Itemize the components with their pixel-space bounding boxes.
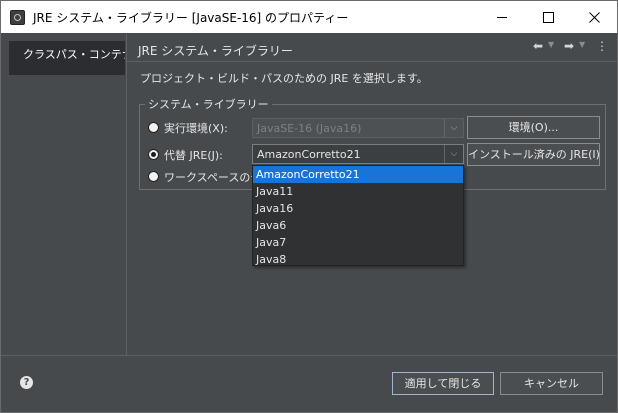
footer-separator (1, 355, 617, 356)
title-separator (127, 61, 617, 62)
eclipse-icon (10, 10, 25, 25)
properties-dialog: JRE システム・ライブラリー [JavaSE-16] のプロパティー クラスパ… (0, 0, 618, 413)
dropdown-option[interactable]: Java6 (253, 217, 463, 234)
jre-dropdown-list: AmazonCorretto21 Java11 Java16 Java6 Jav… (252, 165, 464, 266)
chevron-down-icon: ⌵ (444, 119, 463, 137)
cancel-button[interactable]: キャンセル (500, 372, 603, 395)
dropdown-option[interactable]: Java16 (253, 200, 463, 217)
alternate-jre-radio[interactable] (148, 149, 159, 160)
execution-env-radio[interactable] (148, 122, 159, 133)
minimize-button[interactable] (479, 1, 525, 33)
maximize-button[interactable] (525, 1, 571, 33)
alternate-jre-combo[interactable]: AmazonCorretto21 ⌵ (252, 144, 464, 164)
forward-dropdown-icon[interactable]: ▼ (579, 40, 585, 49)
title-bar: JRE システム・ライブラリー [JavaSE-16] のプロパティー (1, 1, 617, 33)
forward-arrow-icon[interactable]: ➡ (564, 39, 574, 53)
sidebar: クラスパス・コンテナー (1, 33, 127, 355)
installed-jres-button[interactable]: インストール済みの JRE(I)... (467, 143, 600, 166)
sidebar-item-classpath-container[interactable]: クラスパス・コンテナー (9, 41, 125, 75)
dropdown-option[interactable]: Java7 (253, 234, 463, 251)
sidebar-item-label: クラスパス・コンテナー (23, 48, 125, 61)
close-icon (588, 11, 600, 23)
execution-env-label: 実行環境(X): (164, 122, 228, 135)
execution-env-combo[interactable]: JavaSE-16 (Java16) ⌵ (252, 118, 464, 138)
dropdown-option[interactable]: AmazonCorretto21 (253, 166, 463, 183)
close-button[interactable] (571, 1, 617, 33)
group-label: システム・ライブラリー (145, 96, 272, 112)
help-icon[interactable]: ? (20, 376, 33, 389)
alternate-jre-value: AmazonCorretto21 (257, 148, 361, 161)
window-title: JRE システム・ライブラリー [JavaSE-16] のプロパティー (33, 11, 349, 25)
environments-button[interactable]: 環境(O)... (467, 116, 600, 139)
dropdown-option[interactable]: Java11 (253, 183, 463, 200)
workspace-default-label: ワークスペースのデ (164, 171, 262, 184)
back-dropdown-icon[interactable]: ▼ (548, 40, 554, 49)
execution-env-value: JavaSE-16 (Java16) (257, 122, 362, 135)
workspace-default-radio[interactable] (148, 171, 159, 182)
dropdown-option[interactable]: Java8 (253, 251, 463, 268)
more-menu-icon[interactable]: ⋮ (596, 39, 608, 53)
page-description: プロジェクト・ビルド・パスのための JRE を選択します。 (140, 72, 428, 85)
back-arrow-icon[interactable]: ⬅ (533, 39, 543, 53)
alternate-jre-label: 代替 JRE(J): (164, 149, 223, 162)
page-title: JRE システム・ライブラリー (138, 44, 293, 58)
chevron-down-icon: ⌵ (444, 145, 463, 163)
apply-and-close-button[interactable]: 適用して閉じる (392, 372, 494, 395)
